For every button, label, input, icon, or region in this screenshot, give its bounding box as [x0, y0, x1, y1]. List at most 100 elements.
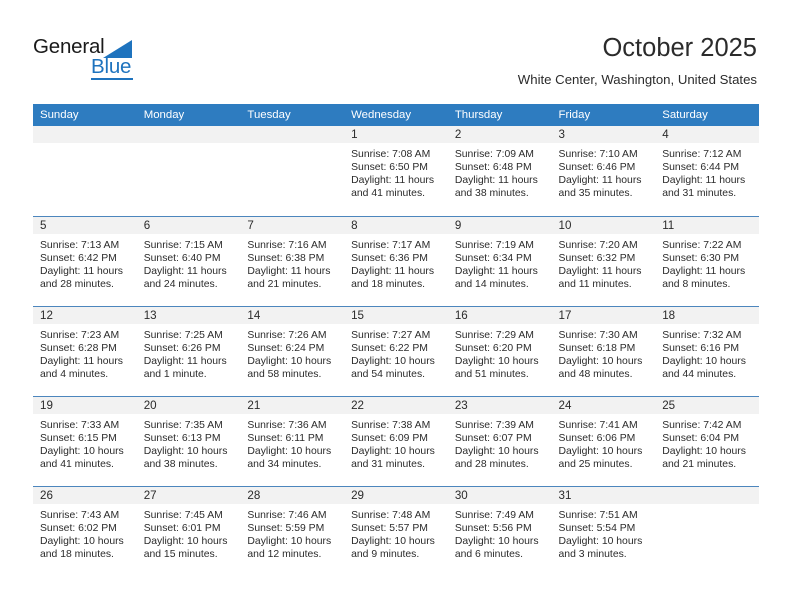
calendar-day-cell[interactable]: 14 Sunrise: 7:26 AM Sunset: 6:24 PM Dayligh…	[240, 305, 345, 396]
calendar-body: 1 Sunrise: 7:08 AM Sunset: 6:50 PM Daylight…	[33, 126, 759, 576]
calendar-day-cell[interactable]: 27 Sunrise: 7:45 AM Sunset: 6:01 PM Dayligh…	[136, 485, 241, 576]
day-number	[240, 126, 345, 143]
day-number: 18	[655, 306, 759, 324]
day-number: 21	[240, 396, 345, 414]
calendar-day-cell[interactable]: 31 Sunrise: 7:51 AM Sunset: 5:54 PM Dayligh…	[551, 485, 656, 576]
calendar-day-cell[interactable]: 2 Sunrise: 7:09 AM Sunset: 6:48 PM Daylight…	[447, 126, 552, 216]
day-number: 29	[344, 486, 448, 504]
calendar-day-cell[interactable]: 11 Sunrise: 7:22 AM Sunset: 6:30 PM Dayligh…	[655, 215, 759, 306]
calendar-day-cell[interactable]: 5 Sunrise: 7:13 AM Sunset: 6:42 PM Daylight…	[33, 215, 137, 306]
day-detail: Sunrise: 7:09 AM Sunset: 6:48 PM Daylight:…	[448, 143, 552, 200]
sunset-text: Sunset: 6:20 PM	[454, 342, 532, 354]
weekday-header-tuesday: Tuesday	[240, 104, 345, 126]
sunset-text: Sunset: 6:04 PM	[662, 432, 740, 444]
day-number	[655, 486, 759, 504]
calendar-day-cell[interactable]: 28 Sunrise: 7:46 AM Sunset: 5:59 PM Dayligh…	[240, 485, 345, 576]
page-subtitle: White Center, Washington, United States	[517, 72, 757, 87]
day-detail: Sunrise: 7:32 AM Sunset: 6:16 PM Daylight:…	[655, 324, 759, 381]
sunset-text: Sunset: 6:11 PM	[247, 432, 324, 444]
sunrise-text: Sunrise: 7:26 AM	[247, 329, 327, 341]
daylight-text: Daylight: 11 hours and 21 minutes.	[247, 265, 331, 290]
logo-underline	[91, 78, 133, 80]
daylight-text: Daylight: 10 hours and 38 minutes.	[143, 445, 228, 470]
day-detail: Sunrise: 7:19 AM Sunset: 6:34 PM Daylight:…	[448, 234, 552, 291]
day-detail: Sunrise: 7:29 AM Sunset: 6:20 PM Daylight:…	[448, 324, 552, 381]
sunset-text: Sunset: 6:36 PM	[351, 252, 428, 264]
calendar-day-cell[interactable]: 17 Sunrise: 7:30 AM Sunset: 6:18 PM Dayligh…	[551, 305, 656, 396]
sunset-text: Sunset: 6:32 PM	[558, 252, 636, 264]
calendar-day-cell[interactable]: 22 Sunrise: 7:38 AM Sunset: 6:09 PM Dayligh…	[344, 395, 448, 486]
day-detail: Sunrise: 7:45 AM Sunset: 6:01 PM Daylight:…	[137, 504, 241, 561]
day-number: 22	[344, 396, 448, 414]
day-number: 10	[551, 216, 656, 234]
daylight-text: Daylight: 10 hours and 51 minutes.	[454, 355, 539, 380]
day-number: 9	[447, 216, 552, 234]
sunrise-text: Sunrise: 7:27 AM	[351, 329, 431, 341]
calendar-day-cell[interactable]: 18 Sunrise: 7:32 AM Sunset: 6:16 PM Dayligh…	[655, 305, 759, 396]
calendar-day-cell-empty	[655, 485, 759, 576]
calendar-day-cell[interactable]: 9 Sunrise: 7:19 AM Sunset: 6:34 PM Daylight…	[447, 215, 552, 306]
day-detail: Sunrise: 7:36 AM Sunset: 6:11 PM Daylight:…	[240, 414, 344, 471]
calendar-day-cell[interactable]: 12 Sunrise: 7:23 AM Sunset: 6:28 PM Dayligh…	[33, 305, 137, 396]
calendar-day-cell[interactable]: 15 Sunrise: 7:27 AM Sunset: 6:22 PM Dayligh…	[344, 305, 448, 396]
sunset-text: Sunset: 6:26 PM	[143, 342, 221, 354]
daylight-text: Daylight: 11 hours and 41 minutes.	[351, 175, 435, 200]
daylight-text: Daylight: 10 hours and 41 minutes.	[40, 445, 124, 470]
calendar-day-cell[interactable]: 19 Sunrise: 7:33 AM Sunset: 6:15 PM Dayligh…	[33, 395, 137, 486]
calendar-day-cell[interactable]: 8 Sunrise: 7:17 AM Sunset: 6:36 PM Daylight…	[344, 215, 448, 306]
day-number: 28	[240, 486, 345, 504]
sunrise-text: Sunrise: 7:20 AM	[558, 239, 638, 251]
calendar-day-cell[interactable]: 4 Sunrise: 7:12 AM Sunset: 6:44 PM Daylight…	[655, 126, 759, 216]
sunset-text: Sunset: 6:07 PM	[454, 432, 532, 444]
weekday-header-thursday: Thursday	[447, 104, 552, 126]
calendar-day-cell[interactable]: 7 Sunrise: 7:16 AM Sunset: 6:38 PM Daylight…	[240, 215, 345, 306]
sunrise-text: Sunrise: 7:35 AM	[143, 419, 223, 431]
day-number: 27	[136, 486, 241, 504]
daylight-text: Daylight: 11 hours and 4 minutes.	[40, 355, 123, 380]
sunset-text: Sunset: 6:28 PM	[40, 342, 117, 354]
daylight-text: Daylight: 10 hours and 48 minutes.	[558, 355, 643, 380]
daylight-text: Daylight: 10 hours and 6 minutes.	[454, 535, 539, 560]
daylight-text: Daylight: 10 hours and 9 minutes.	[351, 535, 435, 560]
sunrise-text: Sunrise: 7:41 AM	[558, 419, 638, 431]
daylight-text: Daylight: 10 hours and 44 minutes.	[662, 355, 746, 380]
day-detail: Sunrise: 7:17 AM Sunset: 6:36 PM Daylight:…	[344, 234, 448, 291]
day-detail: Sunrise: 7:48 AM Sunset: 5:57 PM Daylight:…	[344, 504, 448, 561]
weekday-header-wednesday: Wednesday	[344, 104, 448, 126]
calendar-day-cell[interactable]: 24 Sunrise: 7:41 AM Sunset: 6:06 PM Dayligh…	[551, 395, 656, 486]
day-detail: Sunrise: 7:41 AM Sunset: 6:06 PM Daylight:…	[552, 414, 656, 471]
calendar-day-cell[interactable]: 21 Sunrise: 7:36 AM Sunset: 6:11 PM Dayligh…	[240, 395, 345, 486]
weekday-header-friday: Friday	[551, 104, 656, 126]
day-detail: Sunrise: 7:20 AM Sunset: 6:32 PM Daylight:…	[552, 234, 656, 291]
calendar-day-cell[interactable]: 6 Sunrise: 7:15 AM Sunset: 6:40 PM Daylight…	[136, 215, 241, 306]
sunset-text: Sunset: 6:06 PM	[558, 432, 636, 444]
sunrise-text: Sunrise: 7:10 AM	[558, 149, 638, 160]
sunset-text: Sunset: 6:01 PM	[143, 522, 221, 534]
day-detail: Sunrise: 7:43 AM Sunset: 6:02 PM Daylight:…	[33, 504, 137, 561]
calendar-day-cell[interactable]: 29 Sunrise: 7:48 AM Sunset: 5:57 PM Dayligh…	[344, 485, 448, 576]
day-number: 31	[551, 486, 656, 504]
calendar-day-cell[interactable]: 30 Sunrise: 7:49 AM Sunset: 5:56 PM Dayligh…	[447, 485, 552, 576]
day-detail: Sunrise: 7:16 AM Sunset: 6:38 PM Daylight:…	[240, 234, 344, 291]
day-number: 15	[344, 306, 448, 324]
calendar-day-cell[interactable]: 23 Sunrise: 7:39 AM Sunset: 6:07 PM Dayligh…	[447, 395, 552, 486]
calendar-day-cell[interactable]: 20 Sunrise: 7:35 AM Sunset: 6:13 PM Dayligh…	[136, 395, 241, 486]
calendar-day-cell[interactable]: 10 Sunrise: 7:20 AM Sunset: 6:32 PM Dayligh…	[551, 215, 656, 306]
sunset-text: Sunset: 6:34 PM	[454, 252, 532, 264]
sunrise-text: Sunrise: 7:30 AM	[558, 329, 638, 341]
sunrise-text: Sunrise: 7:36 AM	[247, 419, 327, 431]
sunrise-text: Sunrise: 7:42 AM	[662, 419, 742, 431]
day-detail: Sunrise: 7:49 AM Sunset: 5:56 PM Daylight:…	[448, 504, 552, 561]
sunset-text: Sunset: 5:54 PM	[558, 522, 636, 534]
calendar-day-cell[interactable]: 13 Sunrise: 7:25 AM Sunset: 6:26 PM Dayligh…	[136, 305, 241, 396]
calendar-day-cell[interactable]: 3 Sunrise: 7:10 AM Sunset: 6:46 PM Daylight…	[551, 126, 656, 216]
calendar-day-cell[interactable]: 16 Sunrise: 7:29 AM Sunset: 6:20 PM Dayligh…	[447, 305, 552, 396]
calendar-day-cell[interactable]: 25 Sunrise: 7:42 AM Sunset: 6:04 PM Dayligh…	[655, 395, 759, 486]
sunrise-text: Sunrise: 7:25 AM	[143, 329, 223, 341]
calendar-day-cell[interactable]: 26 Sunrise: 7:43 AM Sunset: 6:02 PM Dayligh…	[33, 485, 137, 576]
sunrise-text: Sunrise: 7:15 AM	[143, 239, 223, 251]
calendar-day-cell[interactable]: 1 Sunrise: 7:08 AM Sunset: 6:50 PM Daylight…	[344, 126, 448, 216]
day-detail: Sunrise: 7:46 AM Sunset: 5:59 PM Daylight:…	[240, 504, 344, 561]
daylight-text: Daylight: 11 hours and 31 minutes.	[662, 175, 746, 200]
calendar-page: General Blue October 2025 White Center, …	[0, 0, 792, 612]
